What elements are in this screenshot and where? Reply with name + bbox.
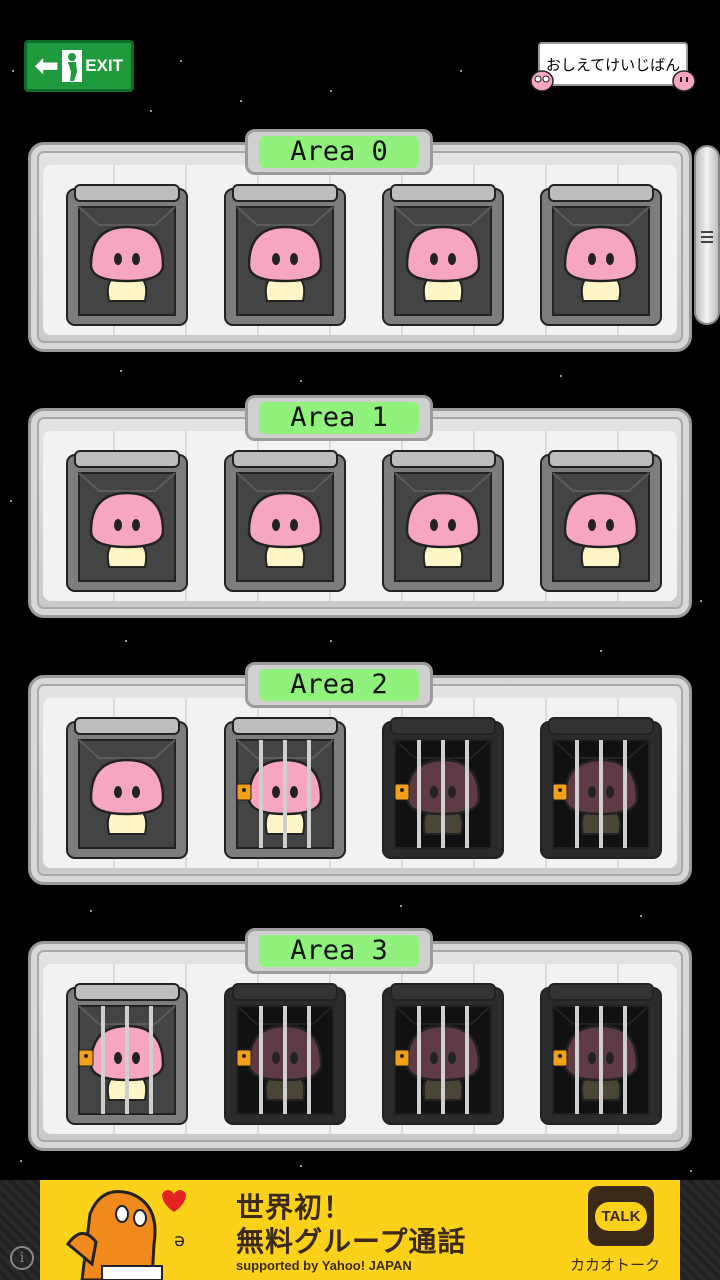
kakaotalk-logo-icon: TALK (588, 1186, 654, 1246)
cell-free[interactable] (539, 449, 663, 595)
scroll-grip-icon (701, 231, 713, 243)
ad-info-icon[interactable]: i (10, 1246, 34, 1270)
character-icon (382, 450, 504, 592)
area-panel-0: Area 0 (28, 129, 692, 352)
svg-text:ə: ə (174, 1230, 185, 1251)
cell-free[interactable] (381, 183, 505, 329)
cell-locked[interactable] (539, 982, 663, 1128)
scrollbar[interactable] (694, 145, 720, 325)
ad-brand-name: カカオトーク (570, 1256, 661, 1274)
area-2-cells (65, 716, 663, 862)
back-arrow-icon: ⬅ (35, 50, 59, 81)
area-label-0: Area 0 (245, 129, 433, 175)
cell-free[interactable] (65, 716, 189, 862)
cell-free[interactable] (223, 449, 347, 595)
character-icon (540, 184, 662, 326)
question-character-icon (672, 70, 696, 92)
cell-locked[interactable] (381, 982, 505, 1128)
character-icon (540, 983, 662, 1125)
character-icon (66, 983, 188, 1125)
area-panel-2: Area 2 (28, 662, 692, 885)
character-icon (224, 983, 346, 1125)
area-panel-1: Area 1 (28, 395, 692, 618)
ad-banner-frame: ə 世界初！ 無料グループ通話 supported by Yahoo! JAPA… (0, 1180, 720, 1280)
character-icon (66, 717, 188, 859)
glasses-character-icon (530, 70, 554, 92)
exit-label: EXIT (85, 56, 123, 75)
cell-locked[interactable] (539, 716, 663, 862)
cell-free[interactable] (65, 183, 189, 329)
character-icon (224, 717, 346, 859)
cell-locked[interactable] (223, 982, 347, 1128)
ad-mascot-image: ə (65, 1190, 186, 1280)
ad-headline-2: 無料グループ通話 (236, 1225, 467, 1258)
area-1-cells (65, 449, 663, 595)
character-icon (540, 450, 662, 592)
area-label-1: Area 1 (245, 395, 433, 441)
character-icon (382, 983, 504, 1125)
cell-free[interactable] (65, 449, 189, 595)
character-icon (66, 450, 188, 592)
area-3-cells (65, 982, 663, 1128)
bulletin-board-button[interactable]: おしえてけいじばん (530, 40, 698, 92)
exit-person-icon (61, 50, 82, 82)
character-icon (382, 717, 504, 859)
cell-free[interactable] (539, 183, 663, 329)
character-icon (66, 184, 188, 326)
cell-locked[interactable] (381, 716, 505, 862)
character-icon (540, 717, 662, 859)
cell-free[interactable] (381, 449, 505, 595)
exit-button[interactable]: ⬅ EXIT (24, 40, 134, 92)
cell-free[interactable] (223, 183, 347, 329)
ad-sponsor-text: supported by Yahoo! JAPAN (236, 1258, 412, 1273)
area-label-2: Area 2 (245, 662, 433, 708)
area-label-3: Area 3 (245, 928, 433, 974)
area-panel-3: Area 3 (28, 928, 692, 1151)
cell-caged[interactable] (223, 716, 347, 862)
character-icon (382, 184, 504, 326)
area-0-cells (65, 183, 663, 329)
character-icon (224, 184, 346, 326)
ad-banner[interactable]: ə 世界初！ 無料グループ通話 supported by Yahoo! JAPA… (40, 1180, 680, 1280)
bulletin-board-label: おしえてけいじばん (538, 42, 688, 86)
cell-caged[interactable] (65, 982, 189, 1128)
character-icon (224, 450, 346, 592)
